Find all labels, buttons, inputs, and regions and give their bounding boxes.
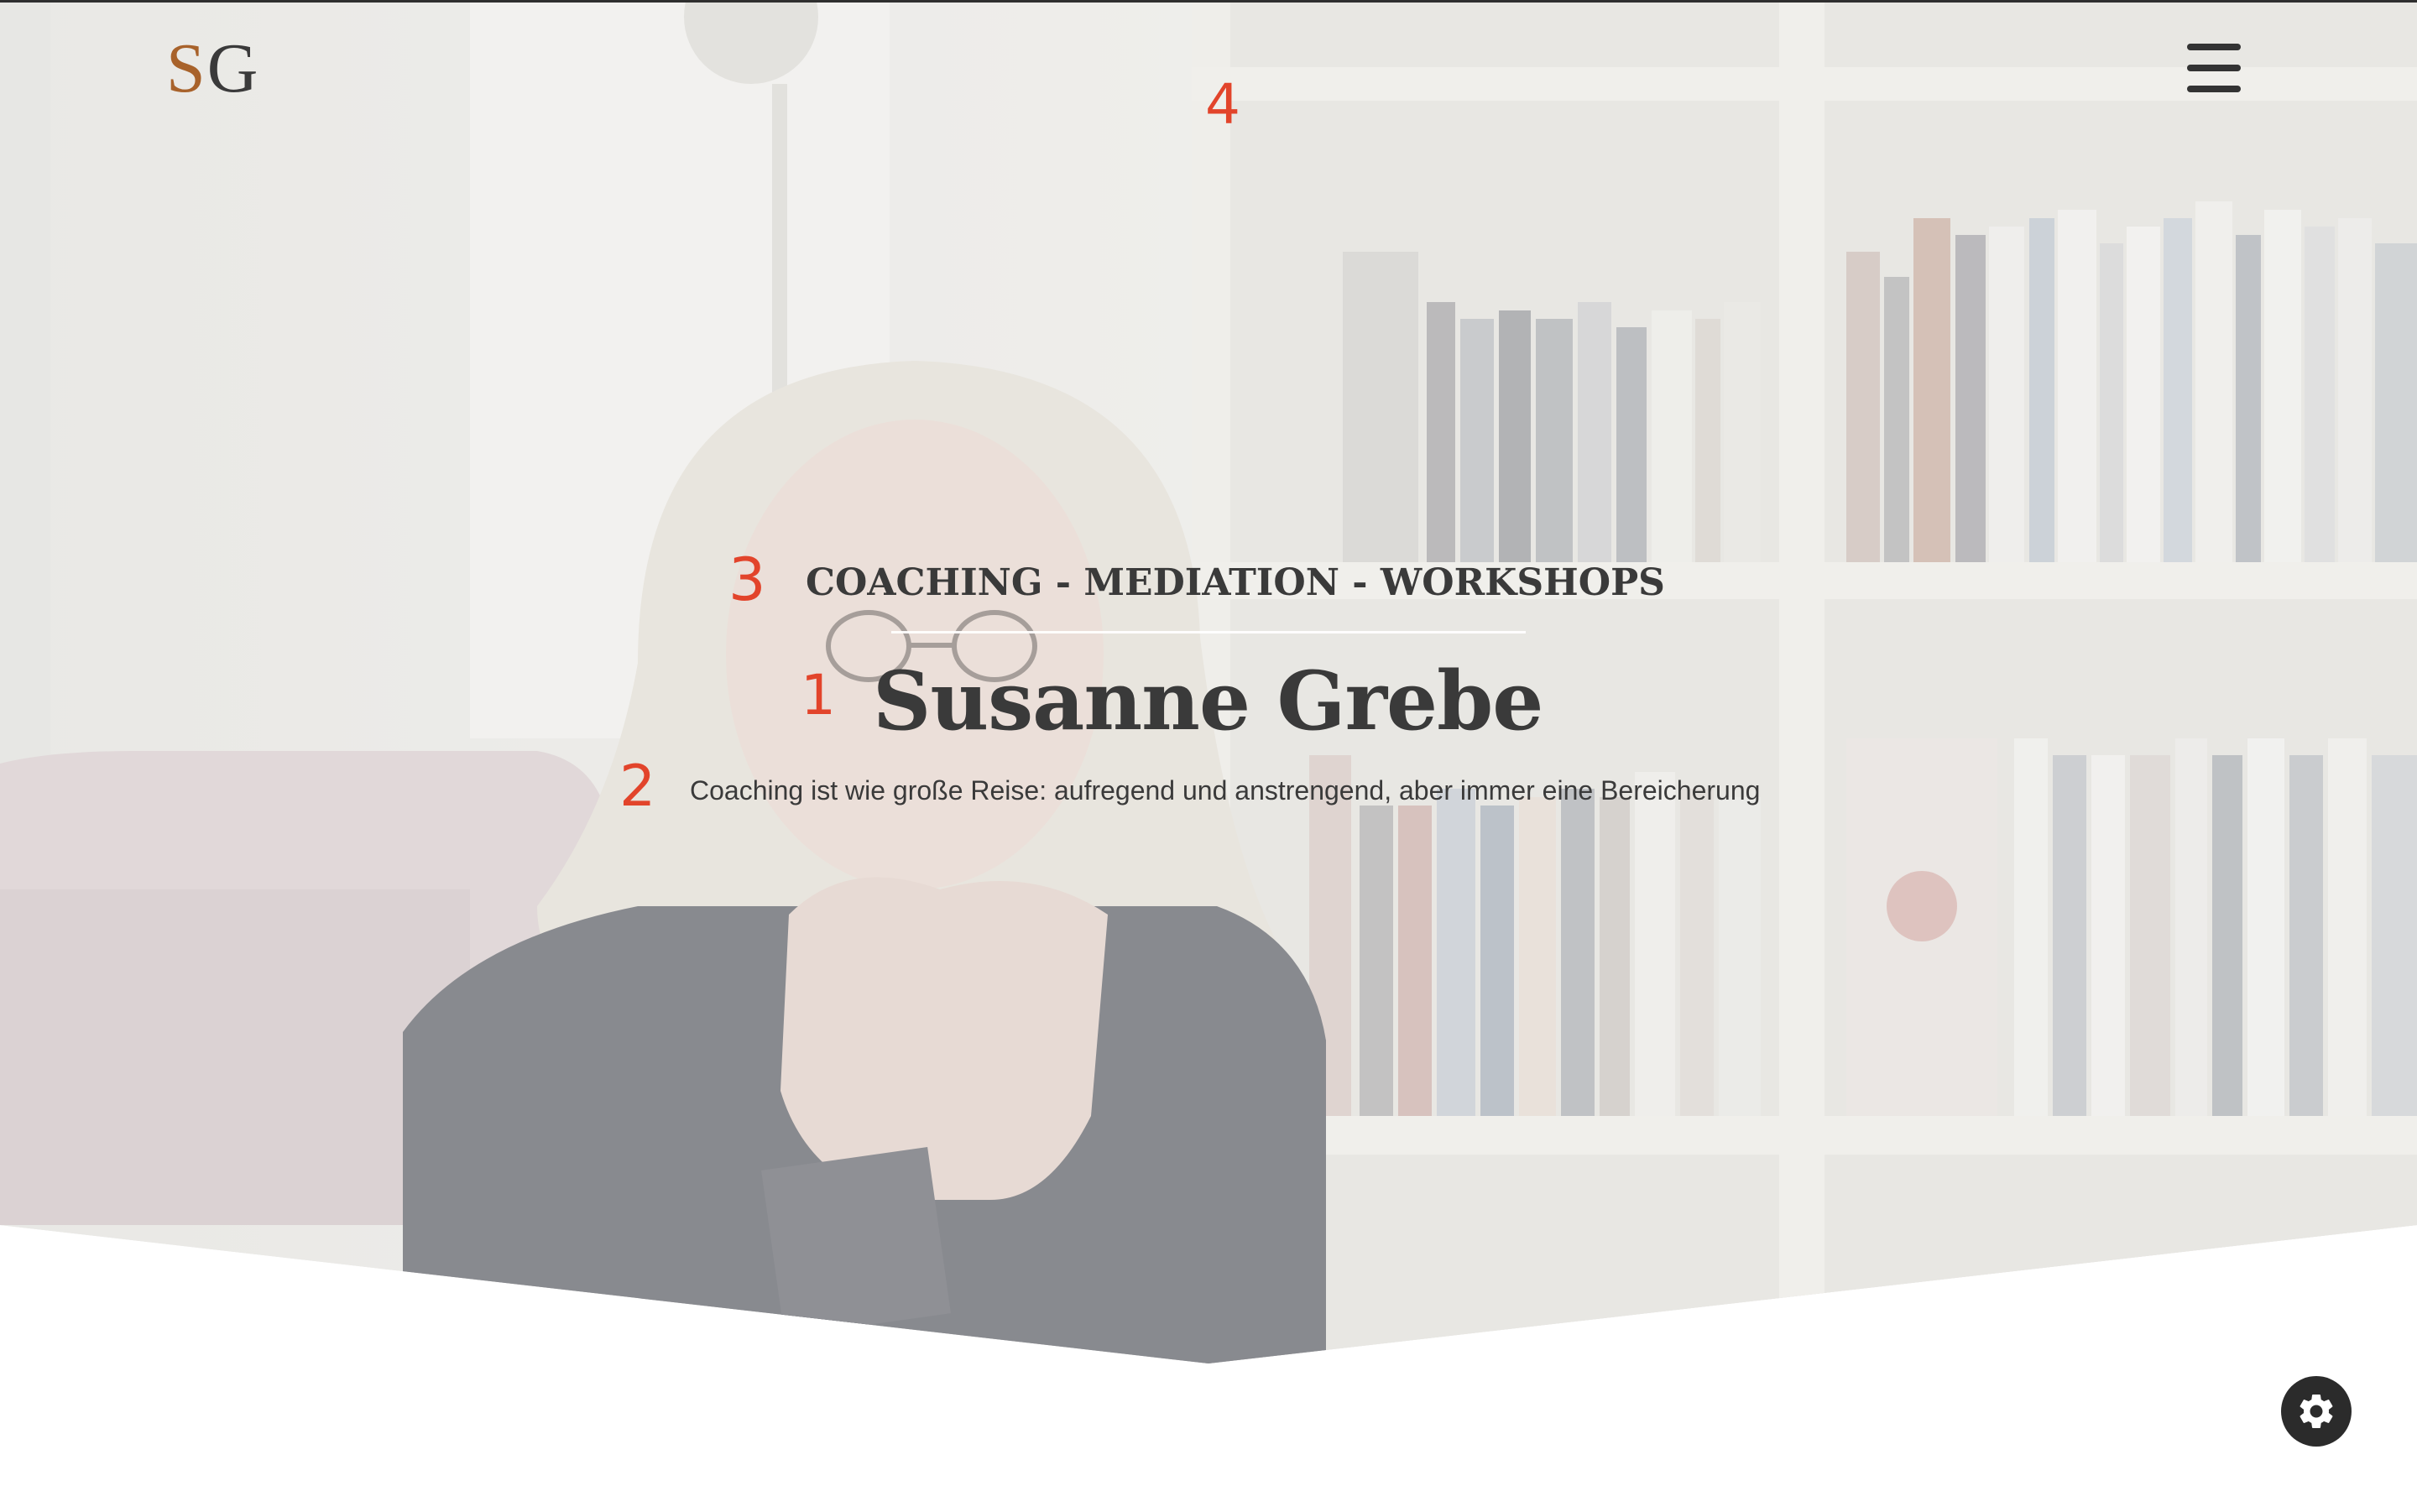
settings-button[interactable] <box>2281 1376 2352 1447</box>
logo-letter-s: S <box>166 29 207 107</box>
hero-subtitle: Coaching ist wie große Reise: aufregend … <box>690 775 1761 806</box>
marker-3: 3 <box>728 545 766 614</box>
page: SG 4 3 1 2 COACHING - MEDIATION - WORKSH… <box>0 0 2417 1512</box>
site-logo[interactable]: SG <box>166 30 259 107</box>
marker-4: 4 <box>1205 72 1240 137</box>
menu-bar-top <box>2187 44 2241 50</box>
logo-letter-g: G <box>206 29 260 107</box>
top-border <box>0 0 2417 3</box>
menu-bar-middle <box>2187 65 2241 71</box>
marker-2: 2 <box>619 753 656 820</box>
hamburger-menu-icon[interactable] <box>2185 42 2244 94</box>
gear-icon <box>2300 1395 2333 1428</box>
marker-1: 1 <box>801 663 836 727</box>
tagline-divider <box>891 631 1526 633</box>
menu-bar-bottom <box>2187 86 2241 92</box>
hero-title: Susanne Grebe <box>873 654 1543 748</box>
hero-tagline: COACHING - MEDIATION - WORKSHOPS <box>806 561 1665 604</box>
